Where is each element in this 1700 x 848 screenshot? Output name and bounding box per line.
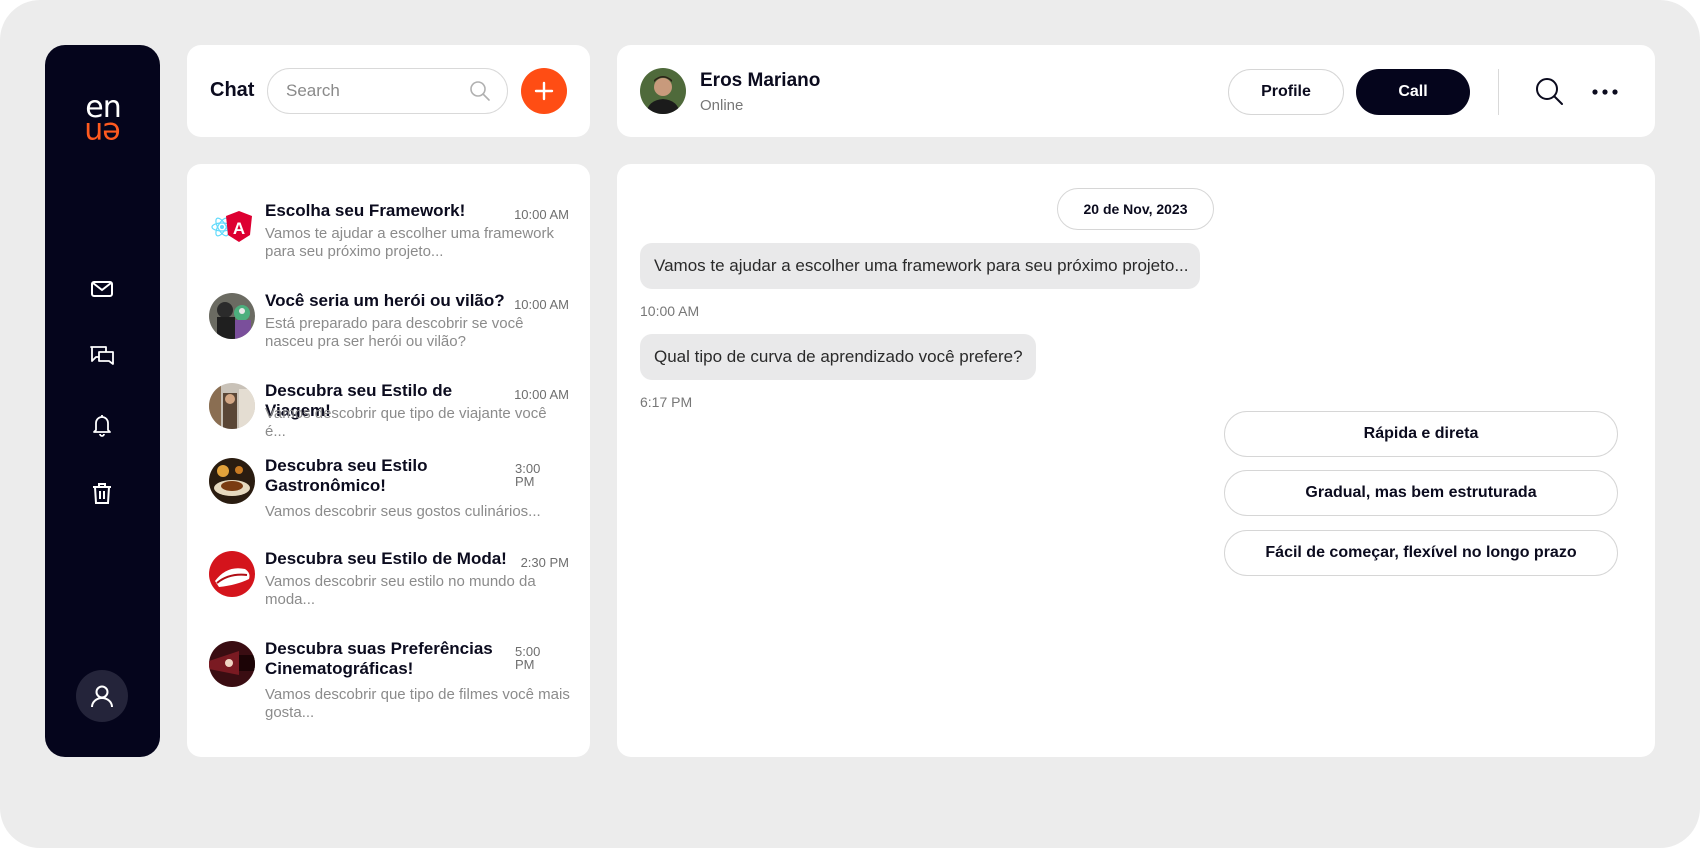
- hero-villain-thumbnail: [209, 293, 255, 339]
- message-bubble: Qual tipo de curva de aprendizado você p…: [640, 334, 1036, 380]
- message-time: 6:17 PM: [640, 394, 693, 410]
- chat-item-time: 10:00 AM: [514, 207, 569, 222]
- trash-icon: [93, 483, 111, 504]
- chat-list: A Escolha seu Framework! 10:00 AM Vamos …: [187, 164, 590, 757]
- profile-button[interactable]: Profile: [1228, 69, 1344, 115]
- profile-button[interactable]: [76, 670, 128, 722]
- chat-title: Chat: [210, 79, 255, 101]
- chat-item-preview: Está preparado para descobrir se você na…: [265, 315, 524, 350]
- more-options-icon[interactable]: [1590, 78, 1620, 106]
- search-icon[interactable]: [1534, 76, 1566, 108]
- header-divider: [1498, 69, 1499, 115]
- food-thumbnail: [209, 458, 255, 504]
- conversation-header: Eros Mariano Online Profile Call: [617, 45, 1655, 137]
- logo-mark-bottom: en: [85, 115, 121, 150]
- search-input[interactable]: [286, 69, 466, 113]
- brand-logo: en en: [78, 93, 128, 151]
- sidebar-item-trash[interactable]: [82, 473, 122, 513]
- contact-name: Eros Mariano: [700, 70, 821, 91]
- chat-item-time: 3:00 PM: [515, 461, 541, 489]
- chat-item-time: 10:00 AM: [514, 297, 569, 312]
- sidebar: en en: [45, 45, 160, 757]
- user-icon: [91, 685, 113, 708]
- chat-header: Chat: [187, 45, 590, 137]
- chat-item-preview: Vamos descobrir que tipo de viajante voc…: [265, 405, 547, 440]
- svg-text:A: A: [233, 219, 245, 238]
- cinema-thumbnail: [209, 641, 255, 687]
- chat-item-preview: Vamos descobrir que tipo de filmes você …: [265, 686, 570, 721]
- sidebar-item-mail[interactable]: [82, 269, 122, 309]
- new-chat-button[interactable]: [521, 68, 567, 114]
- conversation-body: 20 de Nov, 2023 Vamos te ajudar a escolh…: [617, 164, 1655, 757]
- search-icon[interactable]: [469, 80, 491, 102]
- sidebar-item-notifications[interactable]: [82, 405, 122, 445]
- chat-item-title: Você seria um herói ou vilão?: [265, 291, 505, 310]
- chat-bubbles-icon: [90, 346, 114, 365]
- call-button[interactable]: Call: [1356, 69, 1470, 115]
- date-separator: 20 de Nov, 2023: [1057, 188, 1214, 230]
- reply-option-button[interactable]: Rápida e direta: [1224, 411, 1618, 457]
- plus-icon: [534, 81, 554, 101]
- message-bubble: Vamos te ajudar a escolher uma framework…: [640, 243, 1200, 289]
- sidebar-item-chats[interactable]: [82, 337, 122, 377]
- chat-item-title: Descubra seu Estilo Gastronômico!: [265, 456, 428, 495]
- fashion-thumbnail: [209, 551, 255, 597]
- app-window: en en Chat Search A Escolha seu Framewor…: [0, 0, 1700, 848]
- mail-icon: [91, 281, 113, 297]
- chat-item-time: 2:30 PM: [520, 555, 569, 570]
- chat-item-time: 10:00 AM: [514, 387, 569, 402]
- chat-item-preview: Vamos descobrir seu estilo no mundo da m…: [265, 573, 536, 608]
- chat-item-title: Descubra suas Preferências Cinematográfi…: [265, 639, 493, 678]
- travel-thumbnail: [209, 383, 255, 429]
- chat-item-time: 5:00 PM: [515, 644, 541, 672]
- bell-icon: [93, 415, 111, 437]
- reply-option-button[interactable]: Gradual, mas bem estruturada: [1224, 470, 1618, 516]
- message-time: 10:00 AM: [640, 303, 700, 319]
- search-box: [267, 68, 508, 114]
- chat-item-title: Escolha seu Framework!: [265, 201, 466, 220]
- chat-item-preview: Vamos descobrir seus gostos culinários..…: [265, 503, 541, 520]
- chat-item-preview: Vamos te ajudar a escolher uma framework…: [265, 225, 555, 260]
- contact-status: Online: [700, 97, 744, 114]
- framework-thumbnail: A: [209, 203, 255, 249]
- avatar[interactable]: [640, 68, 686, 114]
- reply-option-button[interactable]: Fácil de começar, flexível no longo praz…: [1224, 530, 1618, 576]
- chat-item-title: Descubra seu Estilo de Moda!: [265, 549, 507, 568]
